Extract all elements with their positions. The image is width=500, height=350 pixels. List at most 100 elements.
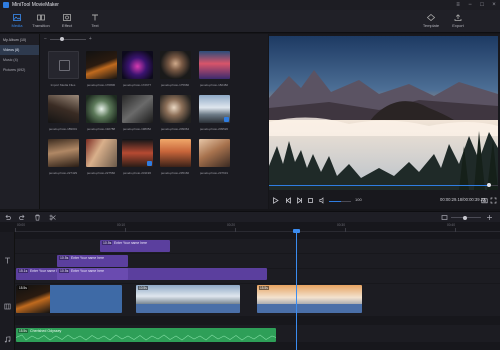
thumbnail-size-slider[interactable]	[49, 37, 86, 41]
maximize-icon[interactable]: □	[476, 0, 488, 10]
media-thumbnail[interactable]	[122, 95, 153, 123]
category-videos[interactable]: Videos (8)	[0, 45, 39, 55]
audio-clip[interactable]: 15.5s Cherished Odyssey	[16, 328, 276, 342]
clip-audio-strip	[257, 304, 362, 313]
split-icon[interactable]	[49, 214, 56, 221]
preview-progress-bar[interactable]	[269, 183, 498, 187]
media-thumbnail[interactable]	[199, 51, 230, 79]
media-thumbnail[interactable]	[122, 139, 153, 167]
text-icon	[91, 14, 99, 21]
clip-duration: 10.5s	[59, 256, 70, 260]
media-thumbnail[interactable]	[199, 95, 230, 123]
timeline-zoom-slider[interactable]	[451, 215, 481, 220]
video-clip[interactable]: 15.5s	[257, 285, 362, 313]
template-button[interactable]: Template	[418, 12, 444, 32]
track-header-column	[0, 232, 15, 350]
preview-progress-handle[interactable]	[486, 183, 491, 187]
template-label: Template	[422, 23, 440, 28]
previous-frame-icon[interactable]	[285, 197, 292, 204]
zoom-in-icon[interactable]: +	[89, 36, 92, 42]
import-media-tile[interactable]	[48, 51, 79, 79]
app-title: MiniTool MovieMaker	[12, 2, 59, 8]
video-clip[interactable]: 10.5s	[136, 285, 240, 313]
tab-transition[interactable]: Transition	[28, 12, 54, 32]
play-icon[interactable]	[272, 197, 279, 204]
timeline-toolbar	[0, 211, 500, 222]
text-track-icon	[4, 257, 11, 264]
import-media-label: Import Media Files	[50, 83, 76, 87]
undo-icon[interactable]	[4, 214, 11, 221]
clip-duration: 15.5s	[18, 286, 28, 290]
video-clip[interactable]: 15.5s	[16, 285, 122, 313]
stop-icon[interactable]	[307, 197, 314, 204]
media-thumbnail[interactable]	[160, 51, 191, 79]
media-thumbnail[interactable]	[48, 139, 79, 167]
media-label: pexels-photo-182482	[199, 83, 229, 87]
media-thumbnail[interactable]	[86, 139, 117, 167]
media-library: My Album (10) Videos (8) Music (4) Pictu…	[0, 34, 268, 209]
playhead[interactable]	[296, 232, 297, 350]
text-clip-label: Enter Your name here	[71, 256, 104, 260]
media-label: pexels-photo-227429	[48, 171, 78, 175]
media-thumbnail[interactable]	[160, 95, 191, 123]
window-controls: ≡ − □ ×	[452, 0, 500, 10]
media-label: pexels-photo-237631	[199, 171, 229, 175]
delete-icon[interactable]	[34, 214, 41, 221]
text-clip-label: Enter Your name here	[71, 269, 104, 273]
clip-duration: 15.5s	[259, 286, 269, 290]
music-track-icon	[4, 336, 11, 343]
media-label: pexels-photo-189001	[48, 127, 78, 131]
clip-audio-strip	[136, 304, 240, 313]
media-thumbnail[interactable]	[199, 139, 230, 167]
clip-duration: 15.1s	[18, 269, 29, 273]
volume-icon[interactable]	[319, 197, 326, 204]
tab-effect[interactable]: Effect	[54, 12, 80, 32]
text-clip[interactable]: 10.5s Enter Your name here	[100, 240, 170, 252]
category-pictures[interactable]: Pictures (692)	[0, 65, 39, 75]
effect-icon	[63, 14, 71, 21]
text-clip[interactable]: 10.5s Enter Your name here	[57, 268, 128, 280]
export-icon	[454, 14, 462, 21]
tab-text-label: Text	[91, 23, 99, 28]
text-clip[interactable]: 15.1s Enter Your name here	[16, 268, 267, 280]
album-header[interactable]: My Album (10)	[0, 34, 39, 45]
thumbnail-size-control: − +	[44, 36, 92, 42]
fit-timeline-icon[interactable]	[441, 214, 448, 221]
media-label: pexels-photo-209064	[160, 127, 190, 131]
export-button[interactable]: Export	[445, 12, 471, 32]
tab-effect-label: Effect	[61, 23, 73, 28]
close-icon[interactable]: ×	[488, 0, 500, 10]
tab-media[interactable]: Media	[4, 12, 30, 32]
media-thumbnail[interactable]	[160, 139, 191, 167]
zoom-out-icon[interactable]: −	[44, 36, 47, 42]
media-thumbnail[interactable]	[122, 51, 153, 79]
redo-icon[interactable]	[19, 214, 26, 221]
ruler-label: 00:00	[17, 223, 25, 227]
ruler-label: 00:40	[447, 223, 455, 227]
media-thumbnail[interactable]	[48, 95, 79, 123]
media-thumbnail[interactable]	[86, 95, 117, 123]
media-thumbnail[interactable]	[86, 51, 117, 79]
playback-controls: 100 00:00:29.18/00:00:39.23	[269, 196, 498, 206]
next-frame-icon[interactable]	[296, 197, 303, 204]
media-label: pexels-photo-170806	[86, 83, 116, 87]
media-label: pexels-photo-175660	[160, 83, 190, 87]
text-clip-label: Enter Your name here	[114, 241, 147, 245]
minimize-icon[interactable]: −	[464, 0, 476, 10]
clip-duration: 10.5s	[59, 269, 70, 273]
fullscreen-icon[interactable]	[490, 197, 497, 204]
menu-icon[interactable]: ≡	[452, 0, 464, 10]
volume-slider[interactable]	[329, 200, 351, 202]
tab-text[interactable]: Text	[82, 12, 108, 32]
category-music[interactable]: Music (4)	[0, 55, 39, 65]
media-label: pexels-photo-235166	[160, 171, 190, 175]
zoom-in-icon[interactable]	[486, 214, 493, 221]
preview-panel: 100 00:00:29.18/00:00:39.23	[269, 34, 500, 209]
text-clip[interactable]: 10.5s Enter Your name here	[57, 255, 128, 267]
snapshot-icon[interactable]	[481, 197, 488, 204]
audio-waveform	[16, 334, 276, 341]
timeline: 00:00 00:10 00:20 00:30 00:40 10.5s Ente…	[0, 222, 500, 350]
ruler-label: 00:20	[227, 223, 235, 227]
timeline-ruler[interactable]: 00:00 00:10 00:20 00:30 00:40	[15, 222, 500, 232]
media-label: pexels-photo-172677	[122, 83, 152, 87]
